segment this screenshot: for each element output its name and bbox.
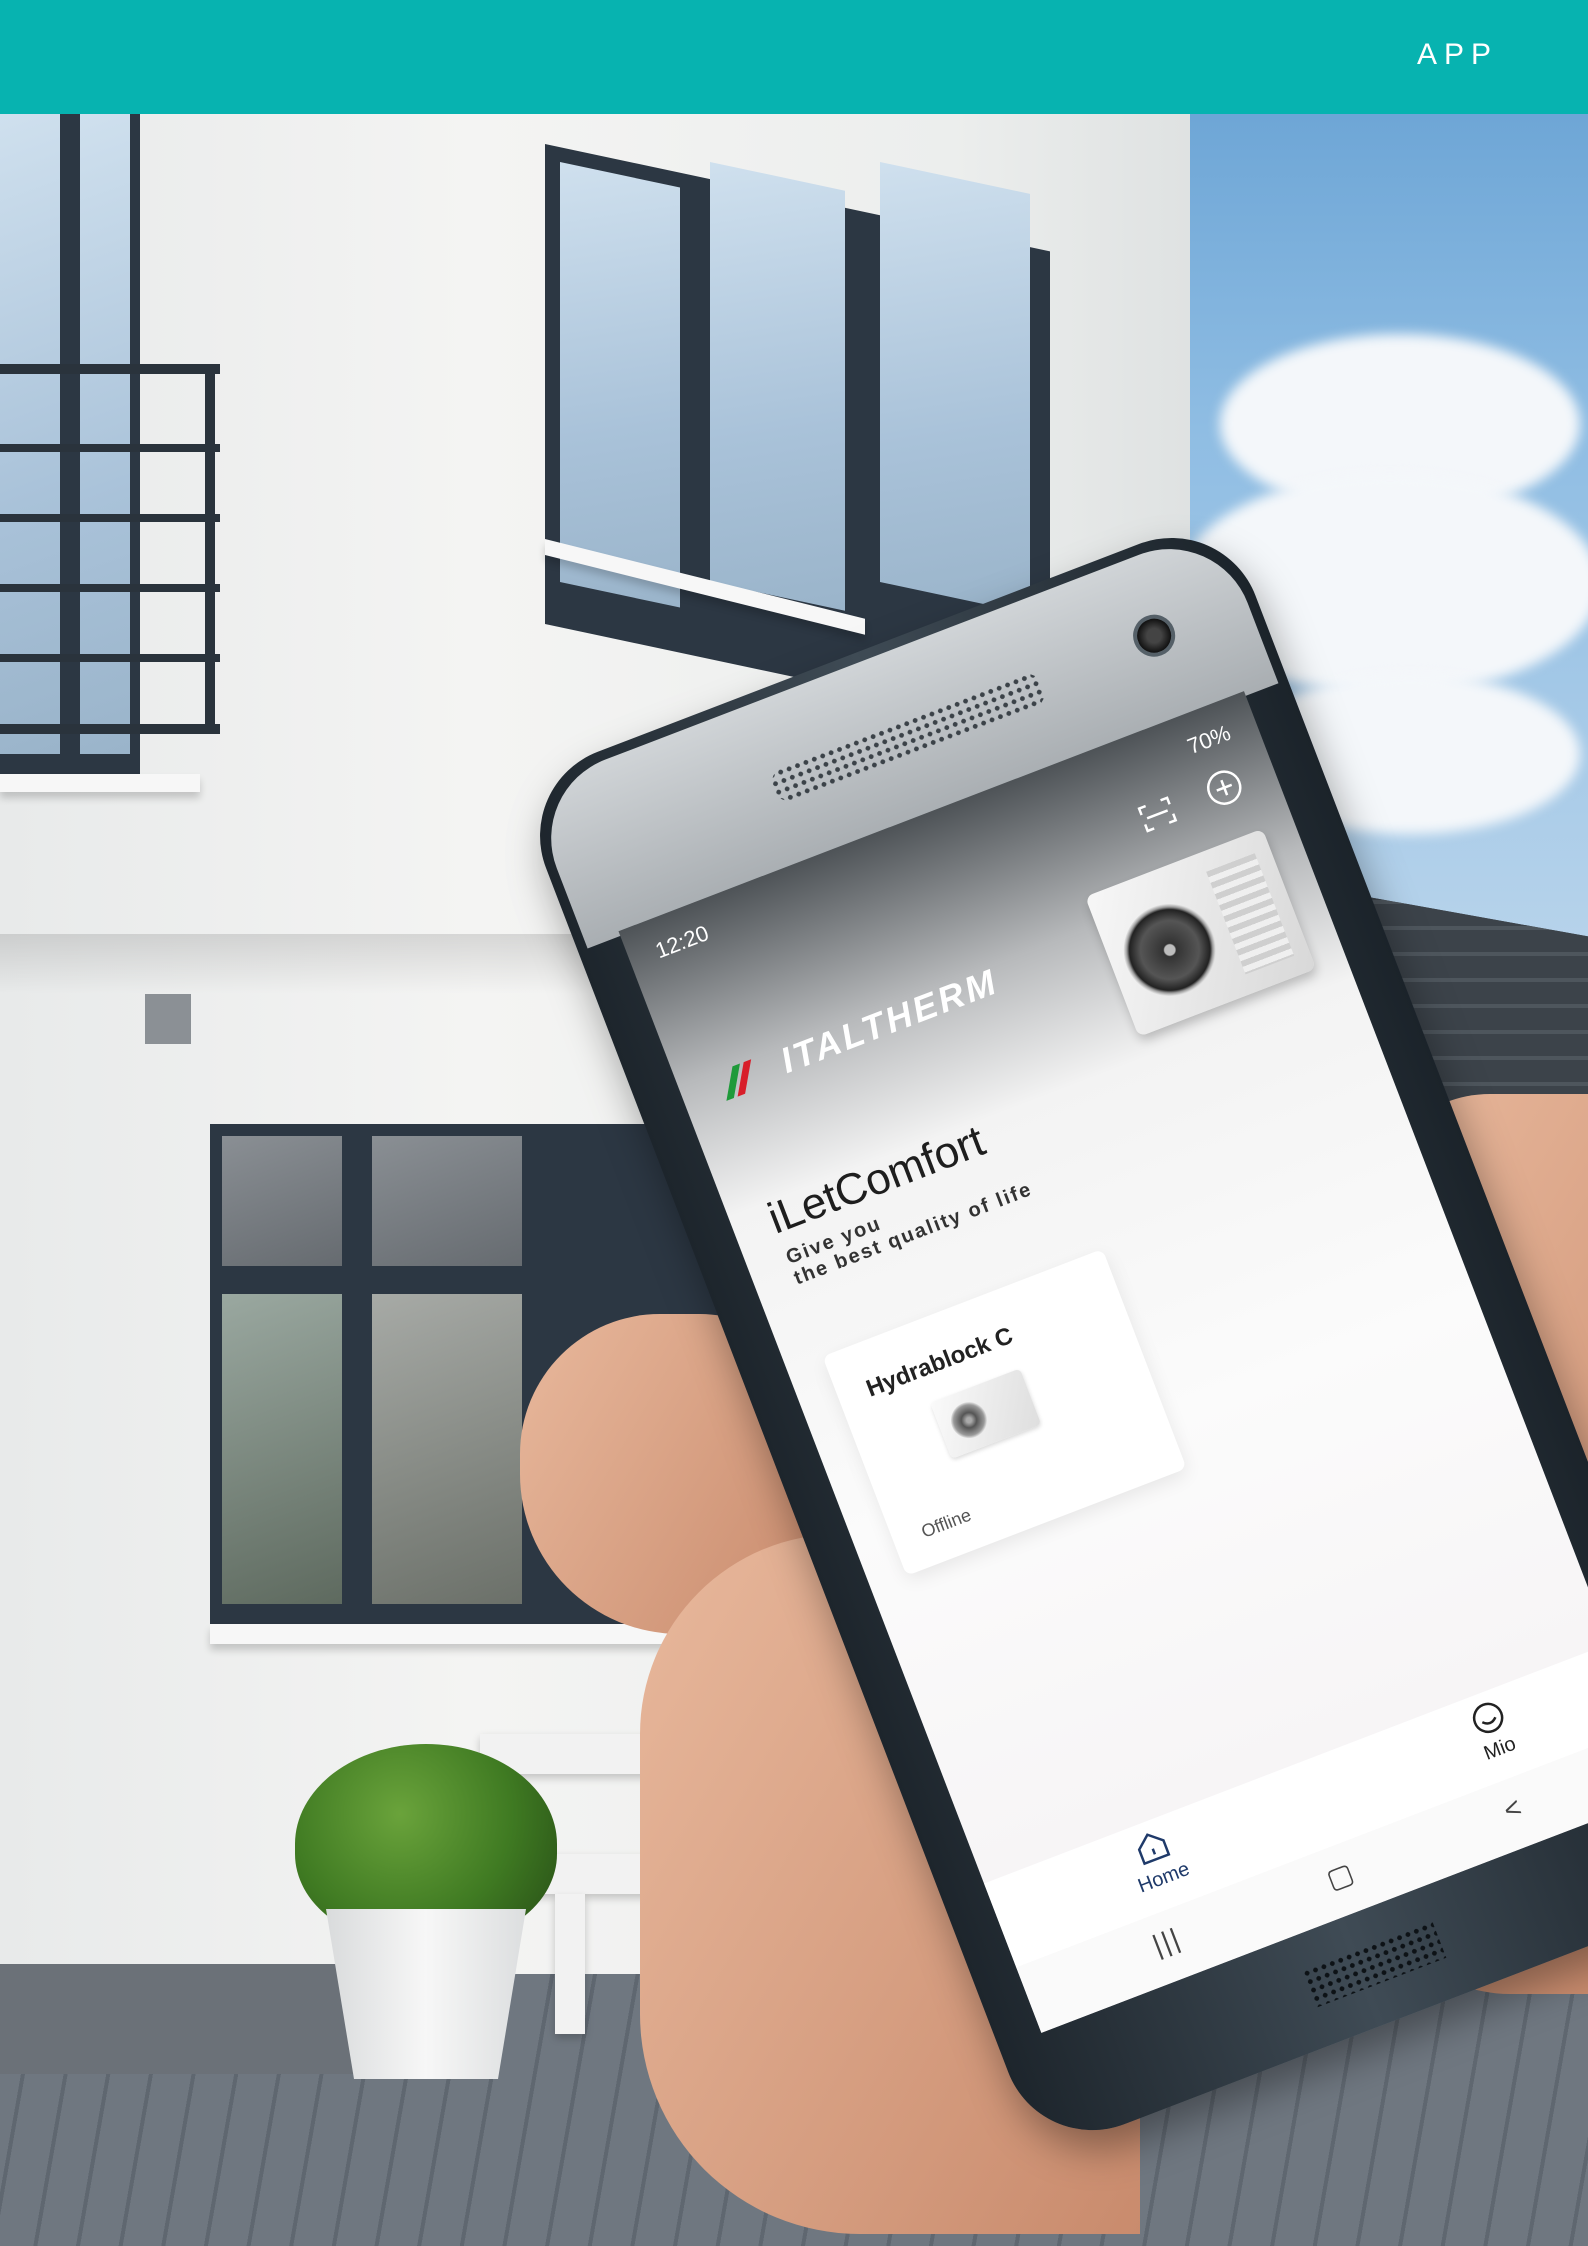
entry-step xyxy=(0,1964,360,2074)
brand-header: ITALTHERM xyxy=(709,960,1004,1107)
device-thumbnail xyxy=(930,1368,1042,1459)
section-label: APP xyxy=(1416,38,1498,71)
plant-pot xyxy=(326,1909,526,2079)
bench-leg xyxy=(555,1894,585,2034)
device-status: Offline xyxy=(918,1504,974,1542)
home-button[interactable]: ▢ xyxy=(1306,1850,1374,1902)
add-circle-icon[interactable] xyxy=(1200,763,1249,812)
italtherm-logo xyxy=(726,1059,752,1101)
bottom-speaker xyxy=(1301,1920,1447,2008)
background-photo: 12:20 70% ITALTHERM iLetComfort Give you… xyxy=(0,114,1588,2246)
device-card[interactable]: Hydrablock C Offline xyxy=(822,1248,1187,1576)
top-banner: APP xyxy=(0,0,1588,114)
heat-pump-illustration xyxy=(1085,828,1317,1037)
scan-icon[interactable] xyxy=(1136,795,1178,833)
front-camera xyxy=(1126,608,1182,663)
recent-apps-button[interactable]: ||| xyxy=(1133,1916,1200,1967)
brand-name: ITALTHERM xyxy=(774,960,1004,1081)
status-time: 12:20 xyxy=(651,920,713,964)
status-battery: 70% xyxy=(1183,719,1234,760)
back-button[interactable]: < xyxy=(1479,1784,1546,1835)
